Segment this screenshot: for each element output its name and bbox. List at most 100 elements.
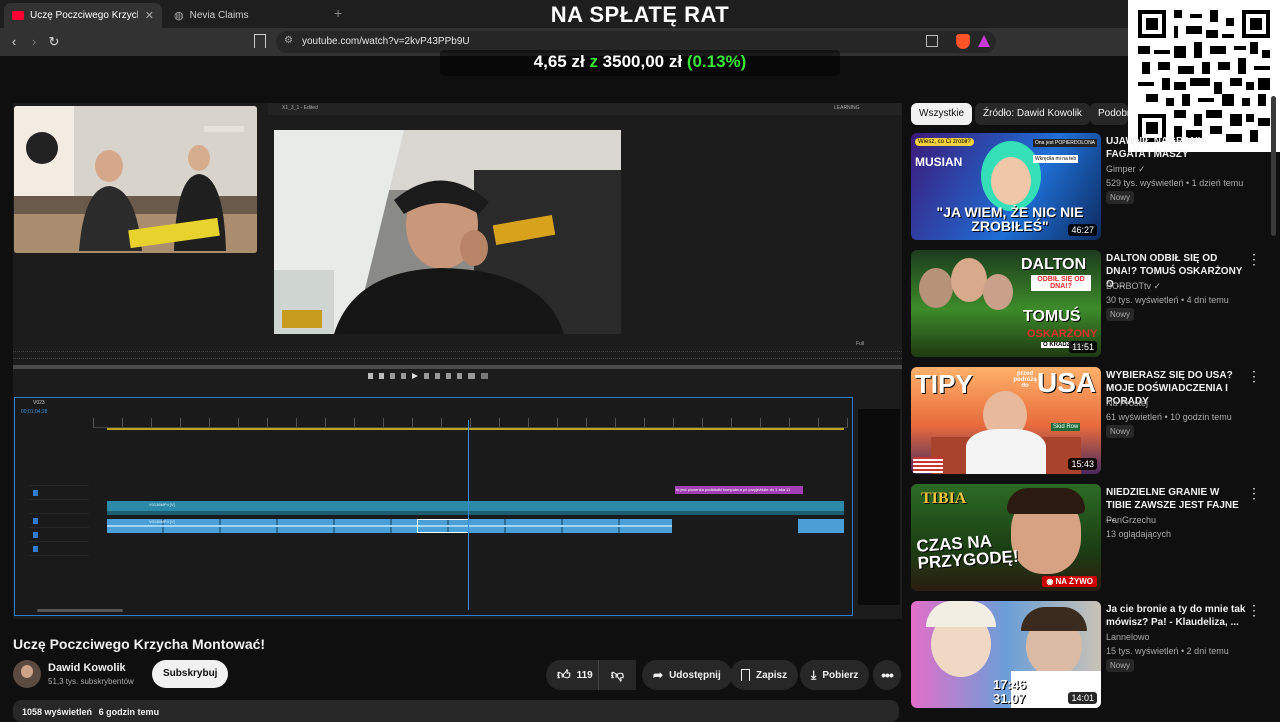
site-info-icon[interactable]: ⚙ (284, 35, 293, 46)
monitor-scrubber[interactable] (13, 351, 902, 359)
thumb-tag2: Wkręciła mi na teb (1033, 155, 1079, 163)
recommended-video[interactable]: MUSIAN Wiesz, co Ci zrobił? Ona jest POP… (911, 133, 1271, 245)
description-box[interactable]: 1058 wyświetleń 6 godzin temu (13, 700, 899, 722)
transport-controls (368, 373, 488, 381)
video-thumbnail[interactable]: TIBIA CZAS NA PRZYGODĘ! ◉ NA ŻYWO (911, 484, 1101, 591)
more-actions-button[interactable]: ••• (873, 660, 901, 690)
logo-text: YouTube (80, 67, 139, 85)
video-thumbnail[interactable]: 17:46 31.07 14:01 (911, 601, 1101, 708)
recommended-video[interactable]: TIBIA CZAS NA PRZYGODĘ! ◉ NA ŻYWO NIEDZI… (911, 484, 1271, 596)
time-ruler[interactable] (93, 418, 848, 428)
play-icon[interactable] (412, 373, 418, 379)
download-button[interactable]: ⤓ Pobierz (800, 660, 870, 690)
go-to-in-icon[interactable] (390, 373, 395, 379)
clip-label: V0136MP4 [V] (149, 502, 175, 507)
video-thumbnail[interactable]: DALTON ODBIŁ SIĘ OD DNA!? TOMUŚ OSKARŻON… (911, 250, 1101, 357)
extract-icon[interactable] (457, 373, 462, 379)
new-tab-icon[interactable]: + (334, 5, 342, 21)
youtube-logo[interactable]: YouTube PL (50, 66, 151, 86)
brave-shield-icon[interactable] (956, 34, 970, 49)
video-title[interactable]: UJAWNIŁ NAGRANIA FAGATA I MASZY (1106, 135, 1246, 161)
channel-name[interactable]: BORBOTtv ✓ (1106, 281, 1161, 292)
mark-in-icon[interactable] (368, 373, 373, 379)
thumb-subline-2: OSKARŻONY (1027, 328, 1098, 340)
panel-divider[interactable] (13, 365, 902, 369)
goal-separator: z (589, 52, 598, 71)
new-badge: Nowy (1106, 191, 1135, 204)
channel-name[interactable]: Na Prostej (1106, 398, 1148, 408)
step-forward-icon[interactable] (424, 373, 429, 379)
close-tab-icon[interactable]: ✕ (145, 9, 154, 22)
mark-out-icon[interactable] (379, 373, 384, 379)
video-player[interactable]: X1_3_1 - Edited LEARNING Full V023 00;01… (13, 103, 902, 619)
menu-icon[interactable] (20, 69, 34, 81)
track-toggle-a1[interactable] (33, 518, 38, 524)
channel-name[interactable]: Gimper ✓ (1106, 164, 1146, 175)
channel-name[interactable]: PanGrzechu (1106, 515, 1156, 525)
overlay-goal-amount: 4,65 zł z 3500,00 zł (0.13%) (440, 50, 840, 76)
page-scrollbar[interactable] (1271, 96, 1276, 236)
playhead[interactable] (468, 420, 469, 610)
selected-clip[interactable] (417, 519, 469, 533)
share-button[interactable]: ➦ Udostępnij (642, 660, 732, 690)
timecode[interactable]: 00;01;04;28 (21, 409, 47, 415)
tab-active[interactable]: Uczę Poczciwego Krzycha Mo ✕ (4, 3, 162, 28)
video-track-v1[interactable]: V0136MP4 [V] (107, 501, 844, 511)
audio-track-a1-end[interactable] (798, 519, 844, 533)
reload-icon[interactable]: ↻ (46, 34, 62, 50)
forward-icon[interactable]: › (26, 34, 42, 50)
thumb-time: 17:46 (993, 677, 1027, 692)
channel-name-main[interactable]: Dawid Kowolik (48, 662, 126, 674)
export-frame-icon[interactable] (468, 373, 475, 379)
title-clip[interactable]: to jest piosenka podkładki komputera po … (675, 486, 803, 494)
more-options-icon[interactable]: ⋮ (1247, 486, 1261, 500)
more-options-icon[interactable]: ⋮ (1247, 369, 1261, 383)
audio-meter (858, 409, 900, 605)
comparison-icon[interactable] (481, 373, 488, 379)
tab-inactive[interactable]: ◍ Nevia Claims (166, 3, 326, 28)
track-toggle-v2[interactable] (33, 490, 38, 496)
open-external-icon[interactable] (926, 35, 938, 47)
back-icon[interactable]: ‹ (6, 34, 22, 50)
more-options-icon[interactable]: ⋮ (1247, 603, 1261, 617)
audio-track-a1[interactable]: V0136MP4 [V] (107, 519, 672, 533)
go-to-out-icon[interactable] (435, 373, 440, 379)
new-badge: Nowy (1106, 659, 1135, 672)
recommended-video[interactable]: 17:46 31.07 14:01 Ja cie bronie a ty do … (911, 601, 1271, 713)
timeline-scrollbar[interactable] (37, 609, 123, 612)
chip-from-channel[interactable]: Źródło: Dawid Kowolik (975, 103, 1090, 125)
goal-target: 3500,00 zł (602, 52, 683, 71)
track-toggle-a2[interactable] (33, 532, 38, 538)
chip-all[interactable]: Wszystkie (911, 103, 972, 125)
work-area-bar[interactable] (107, 428, 844, 430)
audio-clip-label: V0136MP4 [V] (149, 519, 175, 524)
video-duration: 11:51 (1069, 341, 1097, 353)
save-button[interactable]: Zapisz (730, 660, 799, 690)
thumbs-down-icon: 👎︎ (610, 667, 625, 682)
rewards-icon[interactable] (978, 35, 990, 47)
program-monitor[interactable] (274, 130, 621, 334)
more-options-icon[interactable]: ⋮ (1247, 252, 1261, 266)
lift-icon[interactable] (446, 373, 451, 379)
youtube-play-icon (50, 67, 76, 85)
recommended-video[interactable]: TIPY przed podróżą do USA Skid Row 15:43… (911, 367, 1271, 479)
subscribe-button[interactable]: Subskrybuj (152, 660, 229, 688)
bookmark-icon[interactable] (254, 34, 266, 48)
dislike-button[interactable]: 👎︎ (598, 660, 636, 690)
logo-region: PL (142, 67, 151, 75)
program-monitor-frame (274, 130, 621, 334)
timeline-panel[interactable]: V023 00;01;04;28 to jest piosenka podkła… (14, 397, 853, 616)
new-badge: Nowy (1106, 425, 1135, 438)
thumb-headline-2: USA (1037, 367, 1097, 398)
recommended-video[interactable]: DALTON ODBIŁ SIĘ OD DNA!? TOMUŚ OSKARŻON… (911, 250, 1271, 362)
step-back-icon[interactable] (401, 373, 406, 379)
channel-avatar[interactable] (13, 660, 41, 688)
chip-related[interactable]: Podobne (1090, 103, 1128, 125)
track-toggle-a3[interactable] (33, 546, 38, 552)
video-thumbnail[interactable]: TIPY przed podróżą do USA Skid Row 15:43 (911, 367, 1101, 474)
thumb-headline: DALTON (1021, 256, 1087, 273)
video-thumbnail[interactable]: MUSIAN Wiesz, co Ci zrobił? Ona jest POP… (911, 133, 1101, 240)
video-title[interactable]: Ja cie bronie a ty do mnie tak mówisz? P… (1106, 603, 1246, 629)
channel-name[interactable]: Lannelowo (1106, 632, 1150, 642)
fit-dropdown[interactable]: Full (856, 341, 864, 347)
